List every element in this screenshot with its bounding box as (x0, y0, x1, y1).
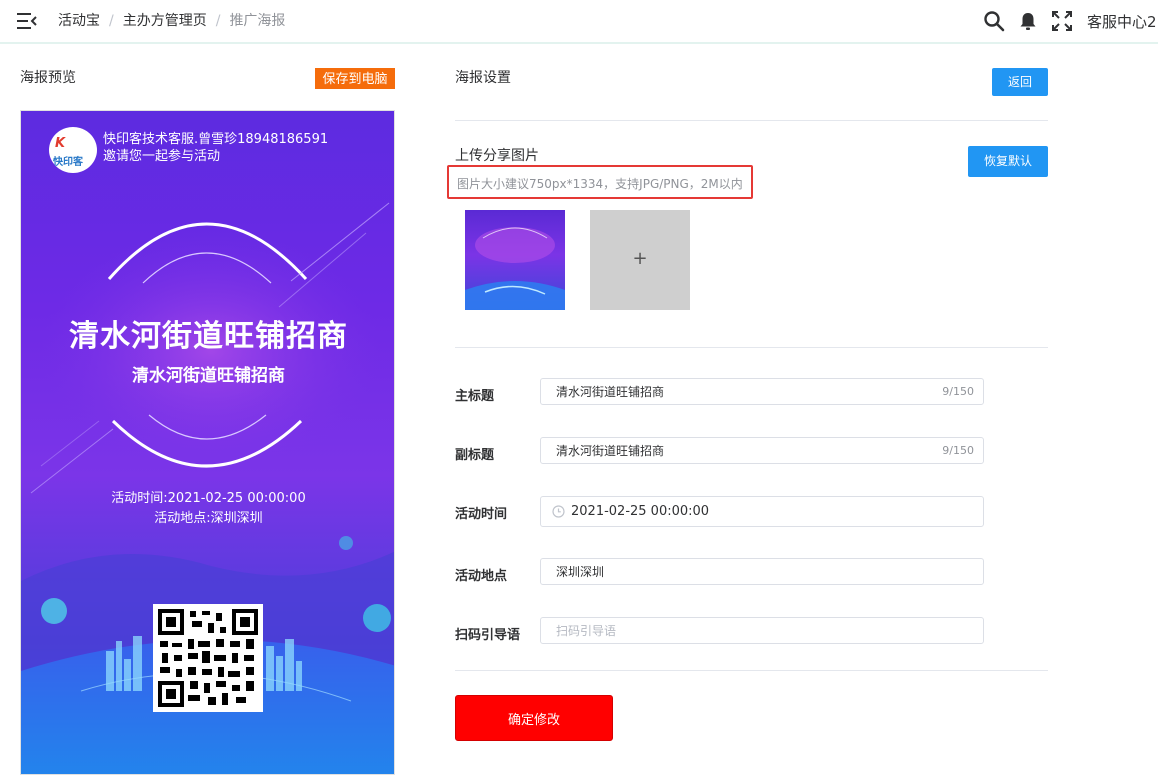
breadcrumb-item-current: 推广海报 (229, 13, 286, 29)
qr-code-image (158, 609, 258, 707)
poster-logo: K 快印客 (49, 127, 97, 173)
upload-hint-highlight: 图片大小建议750px*1334，支持JPG/PNG，2M以内 (447, 165, 753, 199)
uploaded-image-thumbnail[interactable] (465, 210, 565, 310)
section-divider (455, 120, 1048, 121)
menu-fold-icon[interactable] (17, 12, 37, 30)
main-title-label: 主标题 (455, 389, 495, 404)
sub-title-input[interactable] (556, 438, 916, 463)
sub-title-count: 9/150 (942, 444, 974, 457)
fullscreen-icon[interactable] (1051, 10, 1073, 32)
event-place-input[interactable] (556, 559, 916, 584)
breadcrumb: 活动宝 / 主办方管理页 / 推广海报 (58, 12, 285, 30)
poster-main-title: 清水河街道旺铺招商 (69, 319, 348, 354)
breadcrumb-separator: / (215, 13, 221, 29)
settings-title: 海报设置 (455, 70, 511, 86)
breadcrumb-item-organizer[interactable]: 主办方管理页 (123, 13, 207, 29)
poster-event-time: 活动时间:2021-02-25 00:00:00 (111, 491, 306, 506)
poster-invite: 邀请您一起参与活动 (103, 149, 221, 164)
top-header: 活动宝 / 主办方管理页 / 推广海报 客服中心2 (0, 0, 1158, 44)
qr-code (153, 604, 263, 712)
scan-guide-input[interactable] (556, 618, 916, 643)
event-place-label: 活动地点 (455, 569, 508, 584)
event-time-label: 活动时间 (455, 507, 508, 522)
clock-icon (552, 505, 565, 518)
bell-icon[interactable] (1017, 10, 1039, 32)
thumbnail-preview (465, 227, 565, 310)
section-divider (455, 347, 1048, 348)
poster-logo-mark: K (55, 136, 66, 151)
add-image-button[interactable]: + (590, 210, 690, 310)
poster-event-place: 活动地点:深圳深圳 (154, 511, 263, 526)
poster-sub-title: 清水河街道旺铺招商 (132, 366, 285, 386)
upload-title: 上传分享图片 (455, 148, 539, 164)
reset-default-button[interactable]: 恢复默认 (968, 146, 1048, 177)
user-menu[interactable]: 客服中心2 (1087, 11, 1157, 32)
save-to-computer-button[interactable]: 保存到电脑 (315, 68, 395, 89)
sub-title-field[interactable]: 9/150 (540, 437, 984, 464)
confirm-modify-button[interactable]: 确定修改 (455, 695, 613, 741)
main-title-count: 9/150 (942, 385, 974, 398)
breadcrumb-item-home[interactable]: 活动宝 (58, 13, 100, 29)
search-icon[interactable] (983, 10, 1005, 32)
section-divider (455, 670, 1048, 671)
sub-title-label: 副标题 (455, 448, 495, 463)
poster-preview: K 快印客 快印客技术客服.曾雪珍18948186591 邀请您一起参与活动 清… (20, 110, 395, 775)
scan-guide-label: 扫码引导语 (455, 628, 521, 643)
back-button[interactable]: 返回 (992, 68, 1048, 96)
poster-logo-text: 快印客 (53, 157, 83, 168)
event-place-field[interactable] (540, 558, 984, 585)
poster-organizer: 快印客技术客服.曾雪珍18948186591 (103, 132, 329, 147)
upload-hint: 图片大小建议750px*1334，支持JPG/PNG，2M以内 (457, 177, 743, 191)
event-time-picker[interactable] (540, 496, 984, 527)
main-title-input[interactable] (556, 379, 916, 404)
scan-guide-field[interactable] (540, 617, 984, 644)
breadcrumb-separator: / (109, 13, 114, 29)
main-title-field[interactable]: 9/150 (540, 378, 984, 405)
event-time-input[interactable] (571, 497, 931, 526)
preview-title: 海报预览 (20, 70, 76, 86)
